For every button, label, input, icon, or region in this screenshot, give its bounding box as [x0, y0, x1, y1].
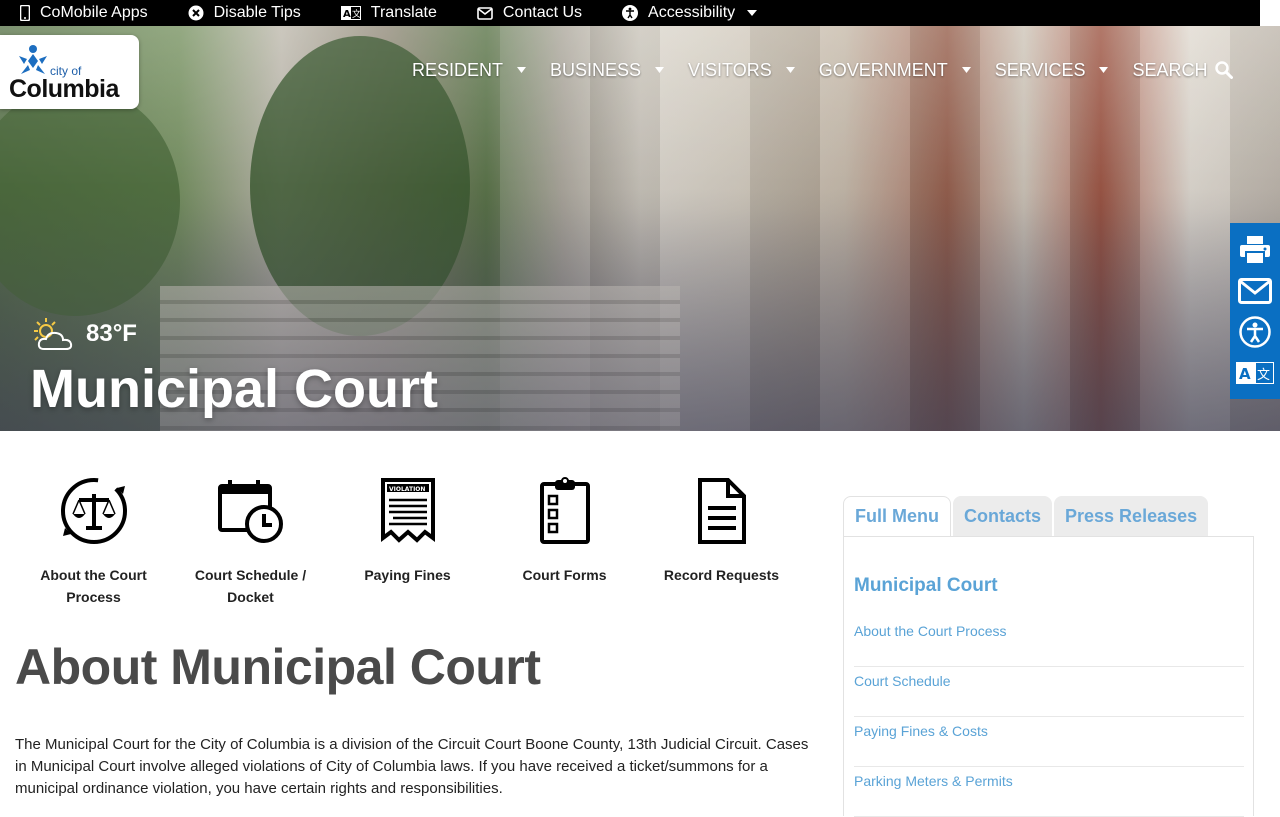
violation-ticket-icon: VIOLATION — [380, 478, 435, 543]
translate-icon: A文 — [340, 6, 361, 20]
close-circle-icon — [188, 5, 204, 21]
print-button[interactable] — [1236, 232, 1274, 268]
accessibility-icon — [1239, 315, 1271, 348]
quick-link-about-court-label: About the Court Process — [40, 567, 147, 605]
caret-down-icon — [1099, 67, 1109, 73]
translate-label: Translate — [370, 4, 437, 21]
caret-down-icon — [961, 67, 971, 73]
caret-down-icon — [785, 67, 795, 73]
tab-full-menu[interactable]: Full Menu — [843, 496, 951, 536]
nav-search-button[interactable]: SEARCH — [1132, 59, 1234, 81]
print-icon — [1240, 235, 1270, 265]
disable-tips-button[interactable]: Disable Tips — [188, 4, 301, 22]
nav-business-label: BUSINESS — [550, 59, 642, 80]
sidebar-menu-list: About the Court Process Court Schedule P… — [854, 617, 1244, 817]
contact-us-label: Contact Us — [502, 4, 583, 21]
tab-contacts[interactable]: Contacts — [953, 496, 1053, 536]
document-icon — [697, 478, 746, 544]
quick-link-court-forms[interactable]: Court Forms — [486, 476, 643, 608]
translate-button[interactable]: A文 — [1236, 355, 1274, 391]
sidebar-item-about-court-process[interactable]: About the Court Process — [854, 617, 1244, 667]
weather-temperature: 83°F — [86, 320, 137, 347]
quick-link-record-requests-label: Record Requests — [663, 567, 780, 583]
accessibility-icon — [622, 5, 639, 21]
sidebar-item-paying-fines-costs[interactable]: Paying Fines & Costs — [854, 717, 1244, 767]
disable-tips-label: Disable Tips — [213, 4, 301, 21]
quick-link-about-court[interactable]: About the Court Process — [15, 476, 172, 608]
accessibility-label: Accessibility — [648, 4, 736, 21]
sidebar-item-court-schedule[interactable]: Court Schedule — [854, 667, 1244, 717]
intro-paragraph: The Municipal Court for the City of Colu… — [15, 736, 809, 797]
weather-widget: 83°F — [30, 316, 137, 352]
envelope-icon — [477, 6, 493, 20]
share-toolbar: A文 — [1230, 223, 1280, 399]
sidebar-item-parking-meters-permits[interactable]: Parking Meters & Permits — [854, 767, 1244, 817]
clipboard-icon — [539, 477, 590, 544]
sidebar-tabs: Full Menu Contacts Press Releases — [843, 496, 1210, 536]
comobile-apps-link[interactable]: CoMobile Apps — [20, 4, 148, 22]
translate-link[interactable]: A文 Translate — [340, 4, 437, 22]
search-icon — [1215, 61, 1234, 79]
comobile-apps-label: CoMobile Apps — [40, 4, 148, 21]
caret-down-icon — [517, 67, 527, 73]
partly-sunny-icon — [34, 318, 73, 350]
nav-business[interactable]: BUSINESS — [550, 59, 665, 81]
main-nav: RESIDENT BUSINESS VISITORS GOVERNMENT SE… — [412, 56, 1234, 84]
contact-us-link[interactable]: Contact Us — [477, 4, 582, 22]
quick-links: About the Court Process Court Schedule /… — [15, 476, 800, 608]
nav-government[interactable]: GOVERNMENT — [819, 60, 971, 81]
email-icon — [1238, 277, 1272, 304]
accessibility-button[interactable] — [1236, 314, 1274, 350]
columbia-logo-icon — [19, 45, 47, 74]
email-share-button[interactable] — [1236, 273, 1274, 309]
nav-services-label: SERVICES — [994, 59, 1086, 80]
svg-text:文: 文 — [1257, 368, 1270, 383]
svg-text:A: A — [1239, 365, 1251, 383]
quick-link-paying-fines-label: Paying Fines — [364, 567, 451, 583]
utility-bar: CoMobile Apps Disable Tips A文 Translate … — [0, 0, 1260, 26]
sidebar-title[interactable]: Municipal Court — [854, 575, 998, 597]
nav-visitors[interactable]: VISITORS — [688, 60, 795, 81]
nav-services[interactable]: SERVICES — [995, 60, 1109, 81]
hero-title: Municipal Court — [30, 359, 438, 419]
sidebar-menu-panel: Municipal Court About the Court Process … — [843, 536, 1254, 817]
quick-link-paying-fines[interactable]: VIOLATION Paying Fines — [329, 476, 486, 608]
quick-link-court-forms-label: Court Forms — [522, 567, 607, 583]
svg-text:A: A — [343, 9, 351, 20]
svg-text:文: 文 — [352, 8, 361, 20]
calendar-clock-icon — [217, 480, 283, 543]
caret-down-icon — [747, 10, 758, 16]
translate-icon: A文 — [1236, 361, 1274, 384]
svg-text:VIOLATION: VIOLATION — [389, 486, 425, 493]
caret-down-icon — [655, 67, 665, 73]
quick-link-court-schedule-label: Court Schedule / Docket — [194, 567, 307, 605]
nav-resident[interactable]: RESIDENT — [412, 59, 527, 81]
nav-visitors-label: VISITORS — [688, 59, 772, 80]
tab-press-releases[interactable]: Press Releases — [1054, 496, 1209, 536]
quick-link-record-requests[interactable]: Record Requests — [643, 476, 800, 608]
nav-search-label: SEARCH — [1132, 59, 1208, 80]
scales-icon — [60, 478, 127, 544]
nav-resident-label: RESIDENT — [412, 59, 504, 80]
mobile-phone-icon — [20, 5, 30, 21]
city-logo[interactable]: city of Columbia — [0, 35, 139, 109]
accessibility-dropdown[interactable]: Accessibility — [622, 4, 767, 22]
quick-link-court-schedule[interactable]: Court Schedule / Docket — [172, 476, 329, 608]
nav-government-label: GOVERNMENT — [818, 59, 948, 80]
logo-name: Columbia — [9, 75, 119, 103]
page-heading: About Municipal Court — [15, 639, 541, 695]
